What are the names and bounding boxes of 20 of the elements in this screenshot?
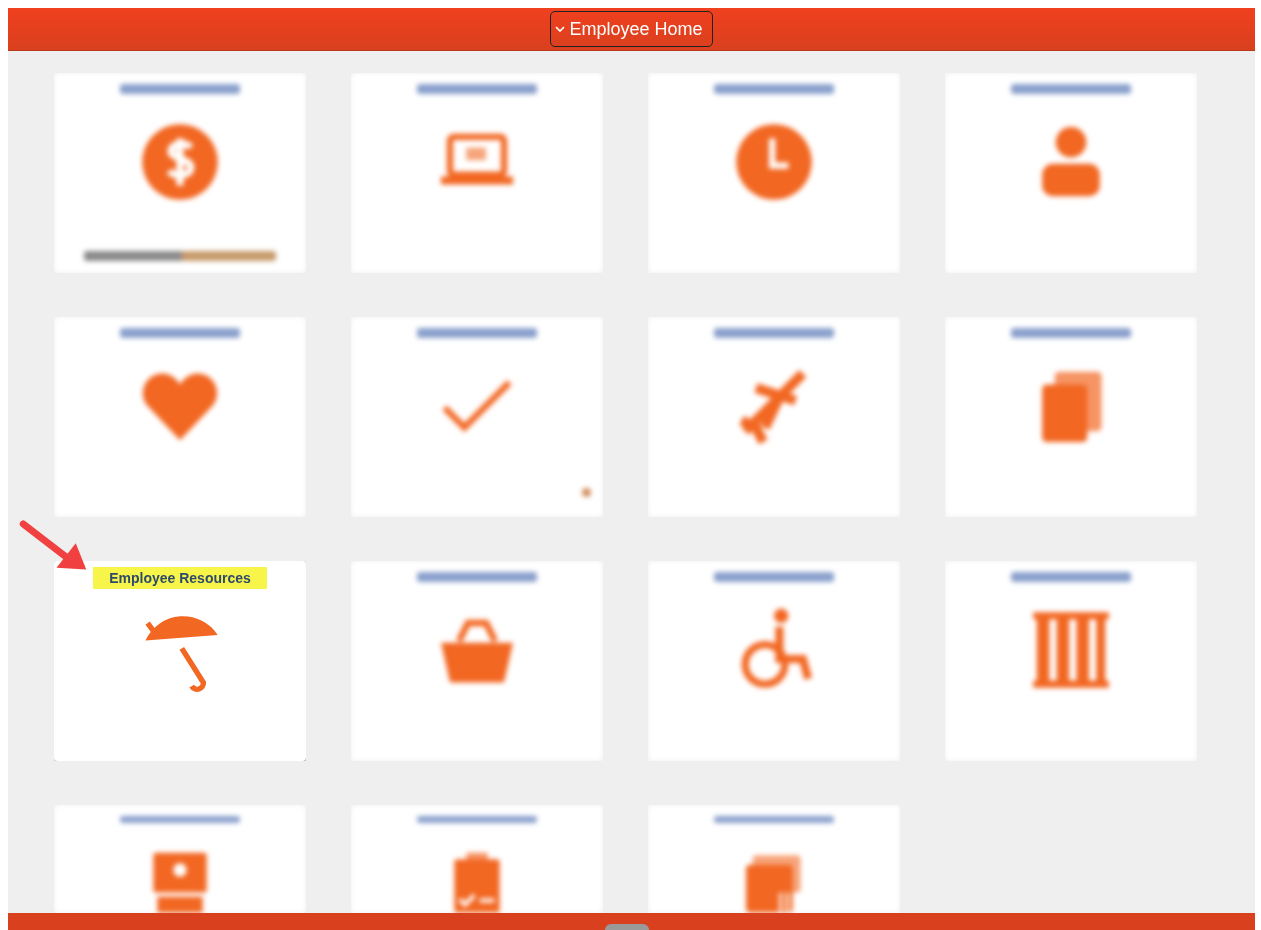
app-tile[interactable] [648, 561, 900, 761]
app-tile[interactable] [945, 73, 1197, 273]
app-tile[interactable] [351, 73, 603, 273]
app-tile[interactable] [351, 805, 603, 913]
tile-title: Employee Resources [93, 567, 267, 589]
app-tile[interactable] [54, 73, 306, 273]
app-tile[interactable] [945, 317, 1197, 517]
app-tile[interactable]: Employee Resources [54, 561, 306, 761]
chevron-down-icon [555, 25, 566, 33]
scroll-handle[interactable] [605, 924, 649, 930]
page-selector-button[interactable]: Employee Home [550, 11, 713, 47]
app-tile[interactable] [54, 317, 306, 517]
app-tile[interactable] [351, 317, 603, 517]
app-tile[interactable] [648, 317, 900, 517]
app-tile[interactable] [648, 805, 900, 913]
app-tile[interactable] [54, 805, 306, 913]
pointer-arrow [18, 518, 88, 572]
app-tile[interactable] [351, 561, 603, 761]
app-tile[interactable] [648, 73, 900, 273]
app-tile[interactable] [945, 561, 1197, 761]
